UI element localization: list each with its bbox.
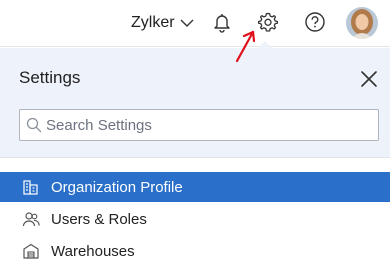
close-icon[interactable]	[358, 68, 380, 90]
menu-item-label: Organization Profile	[51, 178, 183, 196]
avatar[interactable]	[346, 7, 378, 39]
top-bar: Zylker	[0, 0, 390, 47]
search-icon	[26, 117, 42, 133]
user-photo-icon	[346, 7, 378, 39]
menu-item-organization-profile[interactable]: Organization Profile	[0, 172, 390, 202]
help-icon[interactable]	[304, 11, 326, 33]
settings-panel-header: Settings	[0, 48, 390, 158]
org-name: Zylker	[131, 14, 175, 31]
settings-menu: Organization Profile Users & Roles Wareh…	[0, 172, 390, 268]
building-icon	[23, 180, 38, 195]
panel-title: Settings	[19, 68, 81, 87]
gear-icon[interactable]	[257, 11, 279, 33]
search-box[interactable]	[19, 109, 379, 141]
org-switcher[interactable]: Zylker	[131, 12, 194, 34]
menu-item-label: Users & Roles	[51, 210, 147, 228]
search-input[interactable]	[43, 116, 378, 134]
annotation-arrow-icon	[235, 30, 256, 63]
menu-item-users-roles[interactable]: Users & Roles	[0, 204, 390, 234]
dropdown-pointer	[258, 41, 272, 48]
chevron-down-icon	[180, 19, 194, 27]
warehouse-icon	[23, 243, 39, 259]
users-icon	[22, 212, 40, 227]
menu-item-warehouses[interactable]: Warehouses	[0, 236, 390, 266]
menu-item-label: Warehouses	[51, 242, 135, 260]
